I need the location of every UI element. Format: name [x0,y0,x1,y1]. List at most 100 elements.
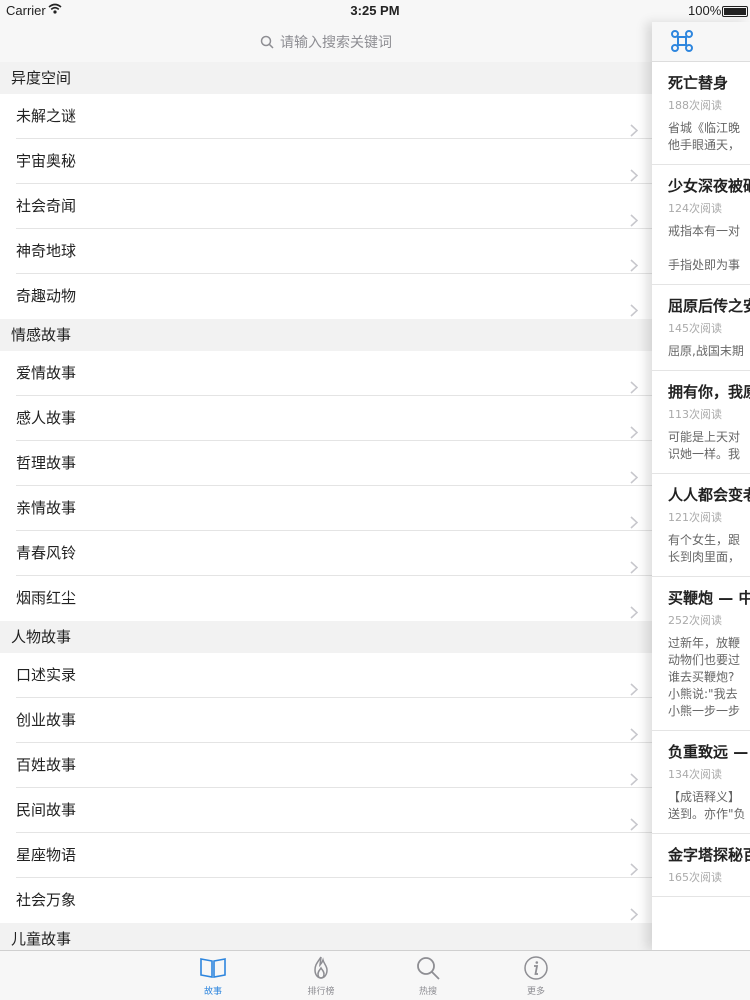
category-row[interactable]: 社会万象 [0,878,652,923]
article-item[interactable]: 负重致远 — 134次阅读【成语释义】 送到。亦作"负 [652,731,750,834]
excerpt-line [668,240,750,257]
tab-hot-search[interactable]: 热搜 [393,955,463,997]
article-title: 拥有你，我原 [668,383,750,401]
article-read-count: 252次阅读 [668,614,722,627]
category-row[interactable]: 神奇地球 [0,229,652,274]
article-item[interactable]: 拥有你，我原 113次阅读 可能是上天对 识她一样。我 [652,371,750,474]
battery-icon [722,6,748,17]
category-row[interactable]: 哲理故事 [0,441,652,486]
excerpt-line: 识她一样。我 [668,447,741,461]
category-row[interactable]: 烟雨红尘 [0,576,652,621]
category-row[interactable]: 宇宙奥秘 [0,139,652,184]
search-placeholder: 请输入搜索关键词 [280,35,392,51]
excerpt-line: 小熊一步一步 [668,704,741,718]
category-row[interactable]: 青春风铃 [0,531,652,576]
excerpt-line: 省城《临江晚 [668,121,741,135]
category-row[interactable]: 未解之谜 [0,94,652,139]
article-title: 金字塔探秘百 [668,846,750,864]
article-title: 人人都会变老 [668,486,750,504]
category-label: 民间故事 [16,801,77,819]
category-row[interactable]: 口述实录 [0,653,652,698]
article-read-count: 121次阅读 [668,511,722,524]
category-row[interactable]: 奇趣动物 [0,274,652,319]
search-bar[interactable]: 请输入搜索关键词 [0,22,652,62]
article-title: 少女深夜被砸 [668,177,750,195]
command-icon[interactable] [670,29,694,57]
category-row[interactable]: 星座物语 [0,833,652,878]
battery-percent: 100% [688,3,722,18]
article-read-count: 145次阅读 [668,322,722,335]
category-row[interactable]: 爱情故事 [0,351,652,396]
article-item[interactable]: 人人都会变老 121次阅读 有个女生，跟 长到肉里面， [652,474,750,577]
article-read-count: 124次阅读 [668,202,722,215]
category-label: 星座物语 [16,846,77,864]
excerpt-line: 动物们也要过 [668,653,741,667]
article-excerpt: 戒指本有一对 手指处即为事 [668,223,750,274]
excerpt-line: 可能是上天对 [668,430,741,444]
tab-bar: 故事 排行榜 热搜 更多 [0,950,750,1000]
category-label: 宇宙奥秘 [16,152,77,170]
category-row[interactable]: 民间故事 [0,788,652,833]
category-label: 青春风铃 [16,544,77,562]
category-label: 奇趣动物 [16,287,77,305]
tab-more[interactable]: 更多 [501,955,571,997]
excerpt-line: 小熊说:"我去 [668,687,738,701]
excerpt-line: 手指处即为事 [668,258,741,272]
category-label: 百姓故事 [16,756,77,774]
chevron-right-icon [630,592,639,637]
article-excerpt: 【成语释义】 送到。亦作"负 [668,789,750,823]
category-row[interactable]: 感人故事 [0,396,652,441]
article-title: 买鞭炮 — 中 [668,589,750,607]
article-title: 负重致远 — [668,743,749,761]
tab-label: 更多 [526,987,545,997]
search-icon [260,35,274,49]
excerpt-line: 他手眼通天， [668,138,741,152]
section-header: 人物故事 [0,621,652,653]
article-list-pane: 死亡替身 188次阅读省城《临江晚 他手眼通天， 少女深夜被砸 124次阅读戒指本有一对… [652,22,750,950]
article-excerpt: 过新年，放鞭 动物们也要过 谁去买鞭炮? 小熊说:"我去 小熊一步一步 [668,635,750,720]
chevron-right-icon [630,290,639,335]
article-item[interactable]: 买鞭炮 — 中 252次阅读过新年，放鞭 动物们也要过 谁去买鞭炮? 小熊说:"我去 小熊… [652,577,750,731]
section-header: 异度空间 [0,62,652,94]
article-item[interactable]: 金字塔探秘百 165次阅读 [652,834,750,897]
section-header: 情感故事 [0,319,652,351]
category-row[interactable]: 社会奇闻 [0,184,652,229]
article-read-count: 188次阅读 [668,99,722,112]
article-title: 屈原后传之安 [668,297,750,315]
category-row[interactable]: 创业故事 [0,698,652,743]
search-field[interactable]: 请输入搜索关键词 [260,32,392,52]
category-label: 感人故事 [16,409,77,427]
excerpt-line: 过新年，放鞭 [668,636,741,650]
article-item[interactable]: 死亡替身 188次阅读省城《临江晚 他手眼通天， [652,62,750,165]
article-read-count: 134次阅读 [668,768,722,781]
category-label: 口述实录 [16,666,77,684]
article-excerpt: 省城《临江晚 他手眼通天， [668,120,750,154]
detail-nav-bar [652,22,750,62]
category-label: 社会奇闻 [16,197,77,215]
article-excerpt: 可能是上天对 识她一样。我 [668,429,750,463]
article-item[interactable]: 少女深夜被砸 124次阅读戒指本有一对 手指处即为事 [652,165,750,285]
article-excerpt: 屈原,战国末期 [668,343,750,360]
article-read-count: 165次阅读 [668,871,722,884]
excerpt-line: 谁去买鞭炮? [668,670,735,684]
article-item[interactable]: 屈原后传之安 145次阅读屈原,战国末期 [652,285,750,371]
info-icon [501,955,571,981]
category-label: 社会万象 [16,891,77,909]
category-table: 异度空间 未解之谜宇宙奥秘社会奇闻神奇地球奇趣动物情感故事爱情故事感人故事哲理故事… [0,62,652,950]
excerpt-line: 【成语释义】 [668,790,741,804]
tab-stories[interactable]: 故事 [178,955,248,997]
book-icon [178,955,248,981]
tab-label: 热搜 [418,987,437,997]
excerpt-line: 戒指本有一对 [668,224,741,238]
flame-icon [286,955,356,981]
status-bar: Carrier 3:25 PM 100% [0,0,750,22]
category-row[interactable]: 百姓故事 [0,743,652,788]
article-title: 死亡替身 [668,74,729,92]
magnifier-icon [393,955,463,981]
category-row[interactable]: 亲情故事 [0,486,652,531]
section-header: 儿童故事 [0,923,652,950]
tab-label: 故事 [203,987,222,997]
tab-ranking[interactable]: 排行榜 [286,955,356,997]
category-label: 亲情故事 [16,499,77,517]
category-label: 爱情故事 [16,364,77,382]
